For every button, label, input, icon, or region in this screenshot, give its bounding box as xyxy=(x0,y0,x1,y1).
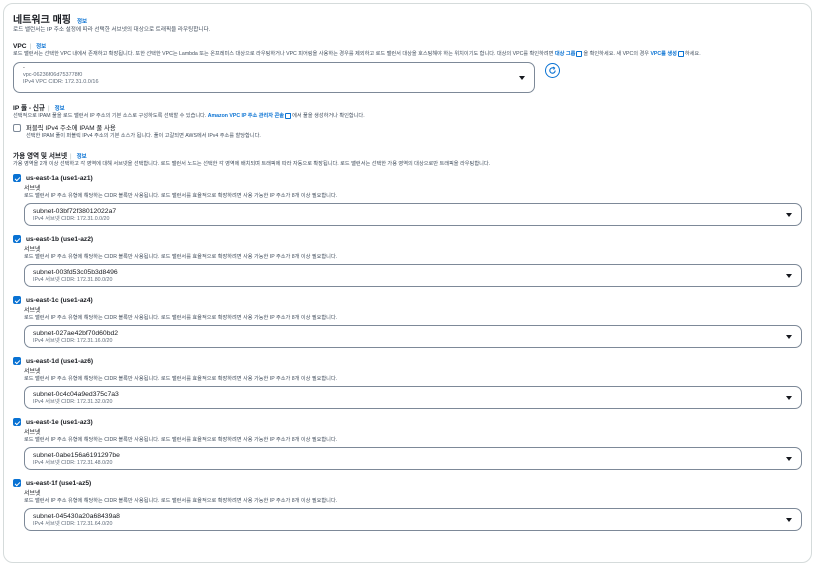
subnet-cidr: IPv4 서브넷 CIDR: 172.31.80.0/20 xyxy=(33,277,113,283)
network-mapping-panel: 네트워크 매핑 정보 로드 밸런서는 IP 주소 설정에 따라 선택한 서브넷의… xyxy=(3,3,812,563)
zone-name: us-east-1c (use1-az4) xyxy=(26,296,93,304)
vpc-description-text: 로드 밸런서는 선택한 VPC 내에서 존재하고 확장됩니다. 또한 선택한 V… xyxy=(13,51,554,57)
subnet-cidr: IPv4 서브넷 CIDR: 172.31.32.0/20 xyxy=(33,399,113,405)
ipam-console-link[interactable]: Amazon VPC IP 주소 관리자 콘솔 xyxy=(208,113,284,119)
vpc-description-middle: 을 확인하세요. 새 VPC의 경우 xyxy=(583,51,649,57)
vpc-selected-cidr: IPv4 VPC CIDR: 172.31.0.0/16 xyxy=(23,79,99,85)
zone-name: us-east-1f (use1-az5) xyxy=(26,479,92,487)
subnet-cidr: IPv4 서브넷 CIDR: 172.31.64.0/20 xyxy=(33,521,113,527)
subnet-label: 서브넷 xyxy=(24,430,41,436)
caret-down-icon xyxy=(786,456,792,461)
subnet-label: 서브넷 xyxy=(24,186,41,192)
refresh-button[interactable] xyxy=(545,63,560,78)
zone-checkbox[interactable] xyxy=(13,418,21,426)
zone-item: us-east-1f (use1-az5) 서브넷 로드 밸런서 IP 주소 유형에… xyxy=(13,479,802,531)
ip-pool-section: IP 풀 - 신규 | 정보 선택적으로 IPAM 풀을 로드 밸런서 IP 주… xyxy=(13,102,802,140)
subnet-select[interactable]: subnet-0c4c04a9ed375c7a3 IPv4 서브넷 CIDR: 1… xyxy=(24,386,802,409)
header-description: 로드 밸런서는 IP 주소 설정에 따라 선택한 서브넷의 대상으로 트래픽을 … xyxy=(13,27,211,33)
zones-list: us-east-1a (use1-az1) 서브넷 로드 밸런서 IP 주소 유형에… xyxy=(13,174,802,531)
page-title: 네트워크 매핑 xyxy=(13,15,71,26)
target-group-link[interactable]: 대상 그룹 xyxy=(555,51,576,57)
ip-pool-description-suffix: 에서 풀을 생성하거나 확인합니다. xyxy=(292,113,365,119)
zone-name: us-east-1a (use1-az1) xyxy=(26,174,93,182)
subnet-select[interactable]: subnet-045430a20a68439a8 IPv4 서브넷 CIDR: 1… xyxy=(24,508,802,531)
zone-name: us-east-1d (use1-az6) xyxy=(26,357,94,365)
subnet-help: 로드 밸런서 IP 주소 유형에 해당하는 CIDR 블록만 사용됩니다. 로드… xyxy=(24,315,338,321)
info-link-vpc[interactable]: 정보 xyxy=(36,42,46,50)
vpc-select[interactable]: - vpc-06236f06d753778f0 IPv4 VPC CIDR: 1… xyxy=(13,62,535,93)
zone-checkbox[interactable] xyxy=(13,235,21,243)
subnet-id: subnet-027ae42bf70d60bd2 xyxy=(33,330,119,337)
caret-down-icon xyxy=(786,517,792,522)
subnet-help: 로드 밸런서 IP 주소 유형에 해당하는 CIDR 블록만 사용됩니다. 로드… xyxy=(24,376,338,382)
info-link-header[interactable]: 정보 xyxy=(77,17,87,25)
subnet-help: 로드 밸런서 IP 주소 유형에 해당하는 CIDR 블록만 사용됩니다. 로드… xyxy=(24,437,338,443)
zone-name: us-east-1e (use1-az3) xyxy=(26,418,93,426)
subnet-select[interactable]: subnet-003fd53c05b3d8496 IPv4 서브넷 CIDR: 1… xyxy=(24,264,802,287)
zones-label: 가용 영역 및 서브넷 xyxy=(13,153,68,160)
subnet-cidr: IPv4 서브넷 CIDR: 172.31.0.0/20 xyxy=(33,216,110,222)
subnet-select[interactable]: subnet-03bf72f38012022a7 IPv4 서브넷 CIDR: 1… xyxy=(24,203,802,226)
subnet-id: subnet-045430a20a68439a8 xyxy=(33,513,120,520)
subnet-label: 서브넷 xyxy=(24,308,41,314)
subnet-help: 로드 밸런서 IP 주소 유형에 해당하는 CIDR 블록만 사용됩니다. 로드… xyxy=(24,498,338,504)
zone-checkbox[interactable] xyxy=(13,174,21,182)
subnet-label: 서브넷 xyxy=(24,491,41,497)
vpc-label: VPC xyxy=(13,43,27,50)
vpc-description-suffix: 하세요. xyxy=(684,51,701,57)
ip-pool-label: IP 풀 - 신규 xyxy=(13,105,46,112)
subnet-id: subnet-0c4c04a9ed375c7a3 xyxy=(33,391,119,398)
caret-down-icon xyxy=(519,75,525,80)
ip-pool-description: 선택적으로 IPAM 풀을 로드 밸런서 IP 주소의 기본 소스로 구성하도록… xyxy=(13,112,802,120)
subnet-cidr: IPv4 서브넷 CIDR: 172.31.16.0/20 xyxy=(33,338,113,344)
zone-name: us-east-1b (use1-az2) xyxy=(26,235,94,243)
zone-item: us-east-1c (use1-az4) 서브넷 로드 밸런서 IP 주소 유형에… xyxy=(13,296,802,348)
subnet-id: subnet-0abe156a6191297be xyxy=(33,452,120,459)
subnet-cidr: IPv4 서브넷 CIDR: 172.31.48.0/20 xyxy=(33,460,113,466)
subnet-select[interactable]: subnet-0abe156a6191297be IPv4 서브넷 CIDR: 1… xyxy=(24,447,802,470)
subnet-select[interactable]: subnet-027ae42bf70d60bd2 IPv4 서브넷 CIDR: 1… xyxy=(24,325,802,348)
subnet-label: 서브넷 xyxy=(24,369,41,375)
subnet-help: 로드 밸런서 IP 주소 유형에 해당하는 CIDR 블록만 사용됩니다. 로드… xyxy=(24,254,338,260)
ipam-pool-checkbox-description: 선택한 IPAM 풀이 퍼블릭 IPv4 주소의 기본 소스가 됩니다. 풀이 … xyxy=(26,133,261,139)
subnet-id: subnet-003fd53c05b3d8496 xyxy=(33,269,118,276)
header: 네트워크 매핑 정보 xyxy=(13,11,802,26)
vpc-section: VPC | 정보 로드 밸런서는 선택한 VPC 내에서 존재하고 확장됩니다.… xyxy=(13,42,802,93)
zones-description: 가용 영역을 2개 이상 선택하고 각 영역에 대해 서브넷을 선택합니다. 로… xyxy=(13,161,491,167)
ipam-pool-checkbox-label: 퍼블릭 IPv4 주소에 IPAM 풀 사용 xyxy=(26,125,116,132)
external-link-icon xyxy=(285,112,292,119)
external-link-icon xyxy=(576,50,583,57)
zone-checkbox[interactable] xyxy=(13,357,21,365)
info-link-zones[interactable]: 정보 xyxy=(77,152,87,160)
external-link-icon xyxy=(677,50,684,57)
subnet-help: 로드 밸런서 IP 주소 유형에 해당하는 CIDR 블록만 사용됩니다. 로드… xyxy=(24,193,338,199)
create-vpc-link[interactable]: VPC를 생성 xyxy=(650,51,676,57)
ipam-pool-checkbox[interactable] xyxy=(13,123,21,132)
refresh-icon xyxy=(549,66,556,74)
zones-section: 가용 영역 및 서브넷 | 정보 가용 영역을 2개 이상 선택하고 각 영역에… xyxy=(13,150,802,168)
vpc-description: 로드 밸런서는 선택한 VPC 내에서 존재하고 확장됩니다. 또한 선택한 V… xyxy=(13,50,802,58)
zone-item: us-east-1e (use1-az3) 서브넷 로드 밸런서 IP 주소 유형에… xyxy=(13,418,802,470)
zone-item: us-east-1a (use1-az1) 서브넷 로드 밸런서 IP 주소 유형에… xyxy=(13,174,802,226)
info-link-ip-pool[interactable]: 정보 xyxy=(55,104,65,112)
ip-pool-description-text: 선택적으로 IPAM 풀을 로드 밸런서 IP 주소의 기본 소스로 구성하도록… xyxy=(13,113,207,119)
zone-checkbox[interactable] xyxy=(13,296,21,304)
vpc-selected-id: vpc-06236f06d753778f0 xyxy=(23,72,83,78)
subnet-label: 서브넷 xyxy=(24,247,41,253)
vpc-selected-tag: - xyxy=(23,65,25,71)
zone-item: us-east-1d (use1-az6) 서브넷 로드 밸런서 IP 주소 유형에… xyxy=(13,357,802,409)
subnet-id: subnet-03bf72f38012022a7 xyxy=(33,208,117,215)
caret-down-icon xyxy=(786,334,792,339)
caret-down-icon xyxy=(786,212,792,217)
zone-checkbox[interactable] xyxy=(13,479,21,487)
caret-down-icon xyxy=(786,273,792,278)
zone-item: us-east-1b (use1-az2) 서브넷 로드 밸런서 IP 주소 유형에… xyxy=(13,235,802,287)
caret-down-icon xyxy=(786,395,792,400)
